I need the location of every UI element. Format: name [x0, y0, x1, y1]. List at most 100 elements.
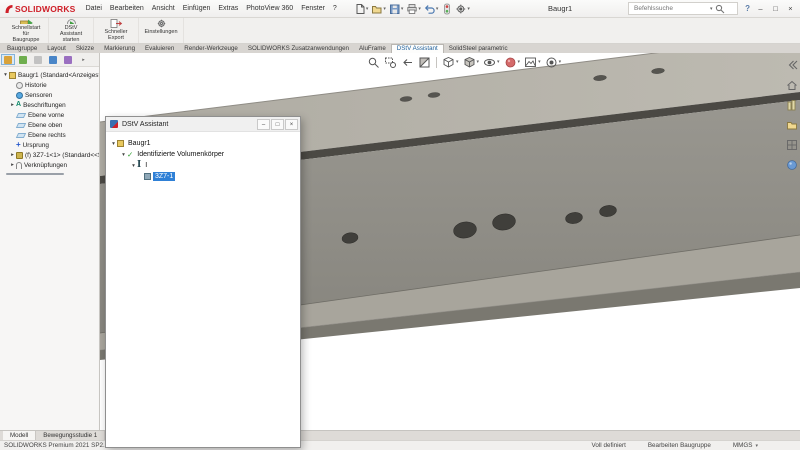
tab-modell[interactable]: Modell: [3, 431, 37, 440]
dialog-title-bar[interactable]: DStV Assistant – □ ×: [106, 117, 300, 132]
tab-solidsteel-parametric[interactable]: SolidSteel parametric: [444, 44, 513, 53]
maximize-button[interactable]: □: [768, 0, 783, 18]
panel-overflow-button[interactable]: ▸: [76, 54, 90, 65]
tab-render-werkzeuge[interactable]: Render-Werkzeuge: [179, 44, 243, 53]
tree-item-assembly-root[interactable]: ▾ Baugr1 (Standard<Anzeigestatus-1>): [0, 70, 99, 80]
tree-item-ebene-vorne[interactable]: Ebene vorne: [0, 110, 99, 120]
dialog-tree-item-profile-i[interactable]: ▾ I I: [106, 160, 300, 171]
expand-arrow-icon[interactable]: ▾: [2, 70, 9, 80]
status-right-cluster: Voll definiert Bearbeiten Baugruppe MMGS…: [592, 441, 758, 450]
dstv-assistant-dialog[interactable]: DStV Assistant – □ × ▾ Baugr1 ▾ ✓ Identi…: [105, 116, 301, 448]
view-settings-button[interactable]: ▾: [544, 55, 563, 69]
zoom-area-button[interactable]: [383, 55, 398, 69]
appearance-ball-icon: [505, 57, 515, 67]
ribbon-button-settings[interactable]: Einstellungen: [139, 18, 184, 43]
search-input[interactable]: [632, 4, 708, 13]
qat-new-button[interactable]: ▾: [353, 1, 370, 16]
ribbon-button-dstv-assistant-start[interactable]: DStV Assistant starten: [49, 18, 94, 43]
qat-open-button[interactable]: ▾: [370, 1, 387, 16]
close-button[interactable]: ×: [783, 0, 798, 18]
featuremanager-tree-tab[interactable]: [1, 54, 15, 65]
rollback-bar[interactable]: [6, 173, 64, 175]
tree-item-ursprung[interactable]: + Ursprung: [0, 140, 99, 150]
tab-baugruppe[interactable]: Baugruppe: [2, 44, 42, 53]
menu-extras[interactable]: Extras: [214, 0, 242, 17]
display-style-button[interactable]: ▾: [462, 55, 481, 69]
propertymanager-tab[interactable]: [16, 54, 30, 65]
expand-arrow-icon[interactable]: ▸: [9, 160, 16, 170]
ribbon-button-quick-export[interactable]: Schneller Export: [94, 18, 139, 43]
tab-skizze[interactable]: Skizze: [71, 44, 99, 53]
hide-show-items-button[interactable]: ▾: [482, 55, 501, 69]
tab-markierung[interactable]: Markierung: [99, 44, 140, 53]
library-books-icon: [787, 99, 795, 110]
solidworks-window: SOLIDWORKS Datei Bearbeiten Ansicht Einf…: [0, 0, 800, 450]
displaymanager-tab[interactable]: [61, 54, 75, 65]
solidworks-logo: SOLIDWORKS: [0, 4, 82, 14]
zoom-fit-button[interactable]: [366, 55, 381, 69]
configurationmanager-tab[interactable]: [31, 54, 45, 65]
tree-item-verknuepfungen[interactable]: ▸ Verknüpfungen: [0, 160, 99, 170]
menu-hilfe[interactable]: ?: [329, 0, 341, 17]
tree-item-beschriftungen[interactable]: ▸ A Beschriftungen: [0, 100, 99, 110]
sensor-icon: [16, 91, 23, 99]
resources-home-button[interactable]: [785, 78, 798, 91]
tab-layout[interactable]: Layout: [42, 44, 71, 53]
featuremanager-tree-icon: [4, 55, 12, 64]
expand-arrow-icon[interactable]: ▾: [110, 139, 117, 149]
dimxpertmanager-tab[interactable]: [46, 54, 60, 65]
qat-print-button[interactable]: ▾: [405, 1, 422, 16]
dialog-maximize-button[interactable]: □: [271, 118, 284, 130]
menu-ansicht[interactable]: Ansicht: [148, 0, 179, 17]
units-selector[interactable]: MMGS ▾: [733, 441, 758, 450]
file-explorer-button[interactable]: [785, 118, 798, 131]
tree-item-historie[interactable]: Historie: [0, 80, 99, 90]
command-search[interactable]: ▾: [628, 2, 738, 15]
plane-icon: [15, 132, 27, 138]
dialog-tree-item-3z7-1[interactable]: 3Z7-1: [106, 171, 300, 182]
caret-down-icon: ▾: [755, 442, 758, 449]
app-version-label: SOLIDWORKS Premium 2021 SP2.0: [4, 442, 109, 449]
qat-undo-button[interactable]: ▾: [423, 1, 440, 16]
menu-datei[interactable]: Datei: [82, 0, 106, 17]
toolbar-separator: [436, 56, 437, 68]
tab-bewegungsstudie-1[interactable]: Bewegungsstudie 1: [36, 431, 106, 440]
expand-arrow-icon[interactable]: ▾: [120, 150, 127, 160]
dialog-minimize-button[interactable]: –: [257, 118, 270, 130]
dialog-close-button[interactable]: ×: [285, 118, 298, 130]
section-view-button[interactable]: [417, 55, 432, 69]
task-pane-collapse-button[interactable]: [785, 58, 798, 71]
qat-save-button[interactable]: ▾: [388, 1, 405, 16]
tree-item-ebene-oben[interactable]: Ebene oben: [0, 120, 99, 130]
expand-arrow-icon[interactable]: ▾: [130, 161, 137, 171]
qat-rebuild-button[interactable]: [440, 1, 453, 16]
expand-arrow-icon[interactable]: ▸: [9, 150, 16, 160]
view-orientation-button[interactable]: ▾: [441, 55, 460, 69]
section-view-icon: [419, 57, 430, 67]
qat-options-button[interactable]: ▾: [454, 1, 471, 16]
previous-view-button[interactable]: [400, 55, 415, 69]
tree-item-ebene-rechts[interactable]: Ebene rechts: [0, 130, 99, 140]
tab-evaluieren[interactable]: Evaluieren: [140, 44, 179, 53]
apply-scene-button[interactable]: ▾: [523, 55, 542, 69]
appearances-button[interactable]: [785, 158, 798, 171]
i-beam-profile-icon: I: [137, 160, 142, 170]
menu-einfuegen[interactable]: Einfügen: [179, 0, 215, 17]
edit-appearance-button[interactable]: ▾: [503, 55, 522, 69]
menu-fenster[interactable]: Fenster: [297, 0, 329, 17]
tree-item-sensoren[interactable]: Sensoren: [0, 90, 99, 100]
tree-item-part-3z7[interactable]: ▸ (f) 3Z7-1<1> (Standard<<Standard>_Anze…: [0, 150, 99, 160]
ribbon-button-quickstart[interactable]: Schnellstart für Baugruppe: [4, 18, 49, 43]
minimize-button[interactable]: –: [753, 0, 768, 18]
dialog-tree-item-baugr1[interactable]: ▾ Baugr1: [106, 138, 300, 149]
tab-solidworks-zusatzanwendungen[interactable]: SOLIDWORKS Zusatzanwendungen: [243, 44, 354, 53]
menu-bearbeiten[interactable]: Bearbeiten: [106, 0, 148, 17]
view-palette-button[interactable]: [785, 138, 798, 151]
tab-dstv-assistant[interactable]: DStV Assistant: [390, 44, 444, 53]
expand-arrow-icon[interactable]: ▸: [9, 100, 16, 110]
dialog-tree-item-volumenkoerper[interactable]: ▾ ✓ Identifizierte Volumenkörper: [106, 149, 300, 160]
tab-aluframe[interactable]: AluFrame: [354, 44, 391, 53]
help-button[interactable]: ?: [745, 0, 750, 18]
menu-photoview-360[interactable]: PhotoView 360: [242, 0, 297, 17]
design-library-button[interactable]: [785, 98, 798, 111]
